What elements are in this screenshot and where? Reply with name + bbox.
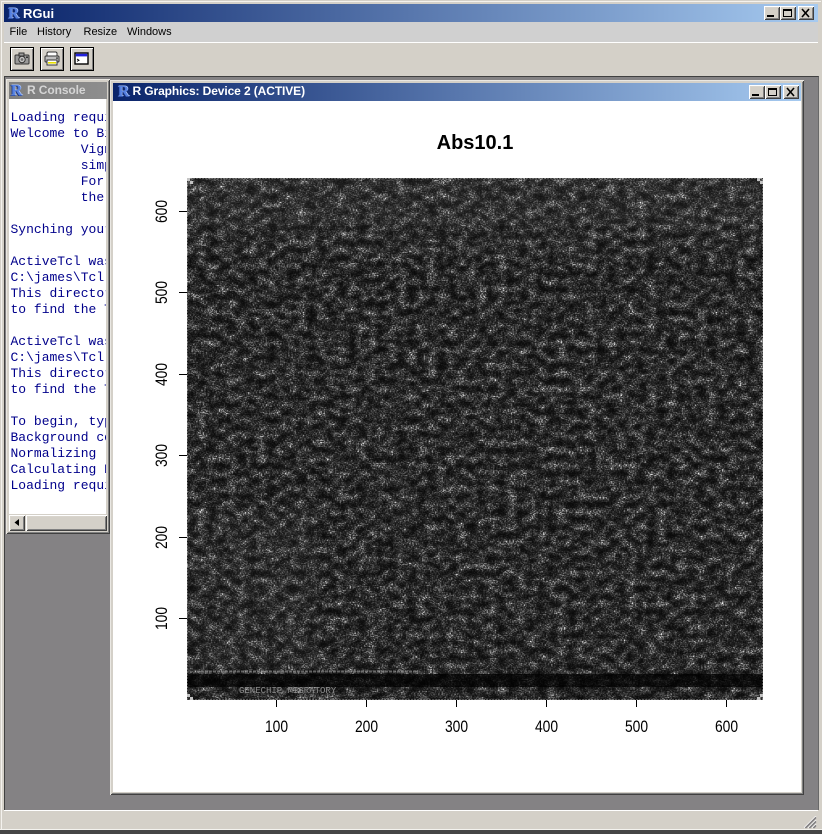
svg-text:400: 400 (535, 718, 558, 736)
svg-text:300: 300 (445, 718, 468, 736)
svg-text:600: 600 (153, 200, 171, 223)
svg-text:100: 100 (153, 607, 171, 630)
svg-text:200: 200 (153, 526, 171, 549)
svg-text:300: 300 (153, 444, 171, 467)
svg-text:500: 500 (625, 718, 648, 736)
svg-text:200: 200 (355, 718, 378, 736)
svg-text:600: 600 (715, 718, 738, 736)
svg-text:500: 500 (153, 281, 171, 304)
svg-text:400: 400 (153, 363, 171, 386)
svg-text:100: 100 (265, 718, 288, 736)
